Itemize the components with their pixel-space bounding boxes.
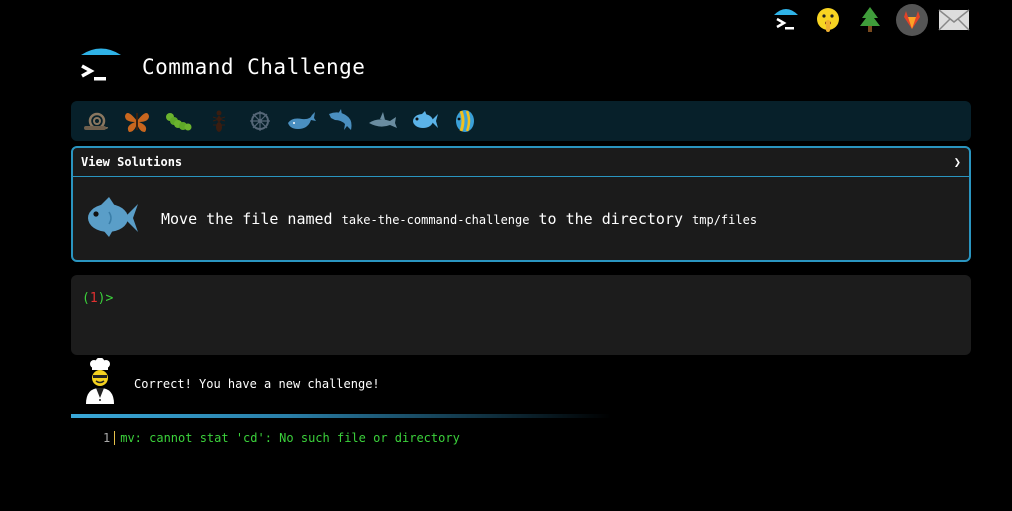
tree-icon[interactable]: [854, 4, 886, 36]
butterfly-icon[interactable]: [120, 106, 153, 136]
shark-icon[interactable]: [366, 106, 399, 136]
terminal-logo-icon[interactable]: [770, 4, 802, 36]
snail-icon[interactable]: [79, 106, 112, 136]
caterpillar-icon[interactable]: [161, 106, 194, 136]
whale-icon[interactable]: [284, 106, 317, 136]
feedback-text: Correct! You have a new challenge!: [134, 377, 380, 391]
challenge-file-name: take-the-command-challenge: [341, 213, 530, 227]
gitlab-icon[interactable]: [896, 4, 928, 36]
challenge-dir-name: tmp/files: [692, 213, 758, 227]
challenge-panel: View Solutions ❯ Move the file named tak…: [71, 146, 971, 262]
wheel-icon[interactable]: [243, 106, 276, 136]
shushing-face-icon[interactable]: [812, 4, 844, 36]
page-title: Command Challenge: [142, 55, 366, 79]
progress-divider: [71, 414, 611, 418]
terminal-input[interactable]: (1)>: [71, 275, 971, 355]
envelope-icon[interactable]: [938, 4, 970, 36]
challenge-text-before: Move the file named: [161, 210, 342, 228]
prompt-paren-close: )>: [97, 291, 114, 306]
terminal-logo-icon[interactable]: [80, 46, 122, 88]
view-solutions-toggle[interactable]: View Solutions ❯: [73, 148, 969, 177]
top-nav: [770, 4, 970, 36]
output-line-number: 1: [103, 431, 116, 445]
challenge-text-middle: to the directory: [529, 210, 693, 228]
command-output: 1 mv: cannot stat 'cd': No such file or …: [103, 431, 460, 445]
challenge-description: Move the file named take-the-command-cha…: [161, 210, 757, 228]
prompt-paren-open: (: [82, 291, 90, 306]
tropical-fish-icon[interactable]: [448, 106, 481, 136]
challenge-body: Move the file named take-the-command-cha…: [73, 177, 969, 261]
chevron-right-icon: ❯: [953, 155, 961, 169]
fish-icon[interactable]: [407, 106, 440, 136]
chef-icon: [82, 357, 118, 410]
level-bar: [71, 101, 971, 141]
prompt-number: 1: [89, 291, 98, 306]
feedback-message: Correct! You have a new challenge!: [82, 357, 380, 410]
site-header: Command Challenge: [80, 46, 365, 88]
view-solutions-label: View Solutions: [81, 155, 183, 169]
fish-icon: [83, 196, 139, 242]
ant-icon[interactable]: [202, 106, 235, 136]
output-line-text: mv: cannot stat 'cd': No such file or di…: [120, 431, 460, 445]
dolphin-icon[interactable]: [325, 106, 358, 136]
